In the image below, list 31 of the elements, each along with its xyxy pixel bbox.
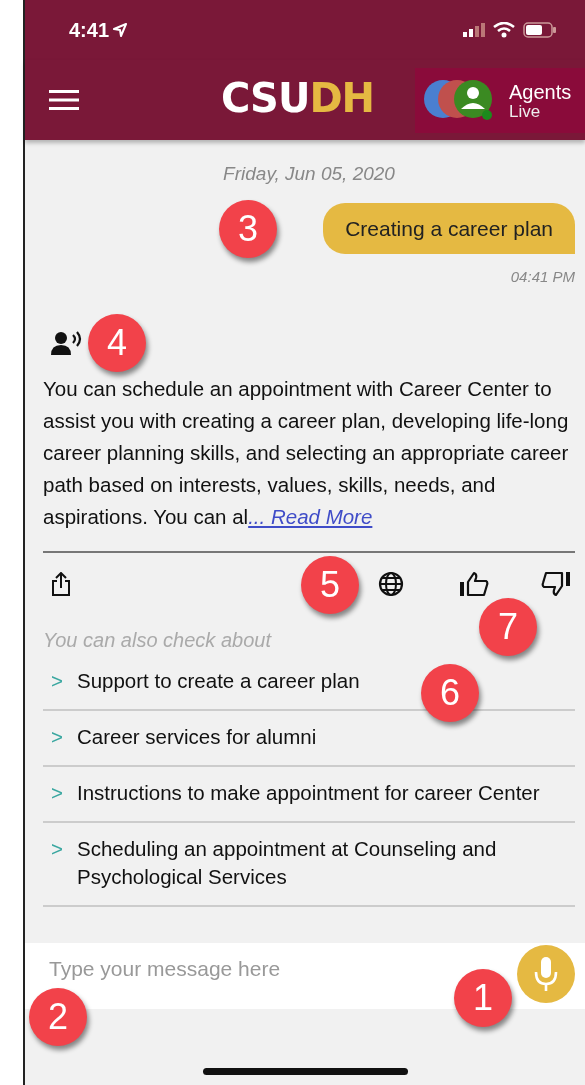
- chevron-icon: >: [51, 778, 63, 807]
- globe-icon[interactable]: [378, 570, 404, 597]
- suggestions-heading: You can also check about: [43, 627, 271, 653]
- signal-icon: [463, 23, 485, 37]
- agents-status: Live: [509, 103, 541, 120]
- suggestion-text: Support to create a career plan: [77, 667, 360, 694]
- share-icon[interactable]: [51, 571, 71, 596]
- status-time: 4:41: [69, 18, 110, 43]
- location-arrow-icon: [113, 23, 128, 37]
- read-more-link[interactable]: ... Read More: [248, 504, 373, 528]
- thumbs-up-icon[interactable]: [459, 570, 489, 597]
- message-time: 04:41 PM: [510, 267, 575, 287]
- thumbs-down-icon[interactable]: [541, 570, 571, 597]
- agents-title: Agents: [509, 81, 572, 103]
- battery-icon: [523, 22, 557, 38]
- suggestion-text: Instructions to make appointment for career Center: [77, 779, 540, 806]
- suggestion-item[interactable]: > Instructions to make appointment for career Center: [43, 766, 575, 823]
- chevron-icon: >: [51, 722, 63, 751]
- suggestion-text: Career services for alumni: [77, 723, 317, 750]
- chat-date: Friday, Jun 05, 2020: [222, 162, 396, 186]
- bot-message: You can schedule an appointment with Career Center to assist you with creating a career plan, developing life-long career planning skills, and selecting an appropriate career path based on interests, values, skills, needs, and aspirations. You can al... Read More: [43, 375, 570, 530]
- agents-panel[interactable]: Agents Live: [415, 68, 585, 133]
- user-message: Creating a career plan: [323, 202, 575, 254]
- suggestion-item[interactable]: > Scheduling an appointment at Counseling and Psychological Services: [43, 822, 575, 907]
- suggestion-text: Scheduling an appointment at Counseling and Psychological Services: [77, 835, 498, 890]
- microphone-icon: [533, 956, 559, 992]
- chevron-icon: >: [51, 666, 63, 695]
- menu-button[interactable]: [49, 89, 79, 111]
- wifi-icon: [493, 22, 515, 38]
- chevron-icon: >: [51, 834, 63, 891]
- logo: CSUDH: [221, 78, 375, 118]
